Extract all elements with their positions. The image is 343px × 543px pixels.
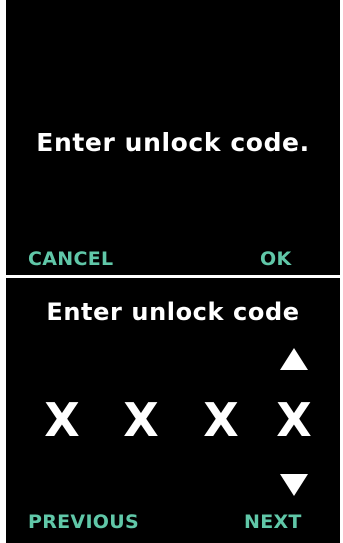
arrow-down-icon[interactable] — [280, 474, 308, 496]
code-digits-row: X X X X — [6, 390, 340, 450]
code-digit-3[interactable]: X — [196, 390, 246, 450]
unlock-code-entry-screen: Enter unlock code X X X X PREVIOUS NEXT — [6, 278, 340, 543]
unlock-code-title: Enter unlock code — [46, 298, 300, 326]
arrow-up-icon[interactable] — [280, 348, 308, 370]
cancel-button[interactable]: CANCEL — [28, 248, 113, 270]
unlock-prompt-screen: Enter unlock code. CANCEL OK — [6, 0, 340, 275]
code-digit-4[interactable]: X — [269, 390, 319, 450]
code-digit-1[interactable]: X — [37, 390, 87, 450]
code-digit-2[interactable]: X — [116, 390, 166, 450]
ok-button[interactable]: OK — [260, 248, 291, 270]
unlock-prompt-message: Enter unlock code. — [36, 128, 310, 157]
next-button[interactable]: NEXT — [244, 511, 302, 533]
previous-button[interactable]: PREVIOUS — [28, 511, 139, 533]
